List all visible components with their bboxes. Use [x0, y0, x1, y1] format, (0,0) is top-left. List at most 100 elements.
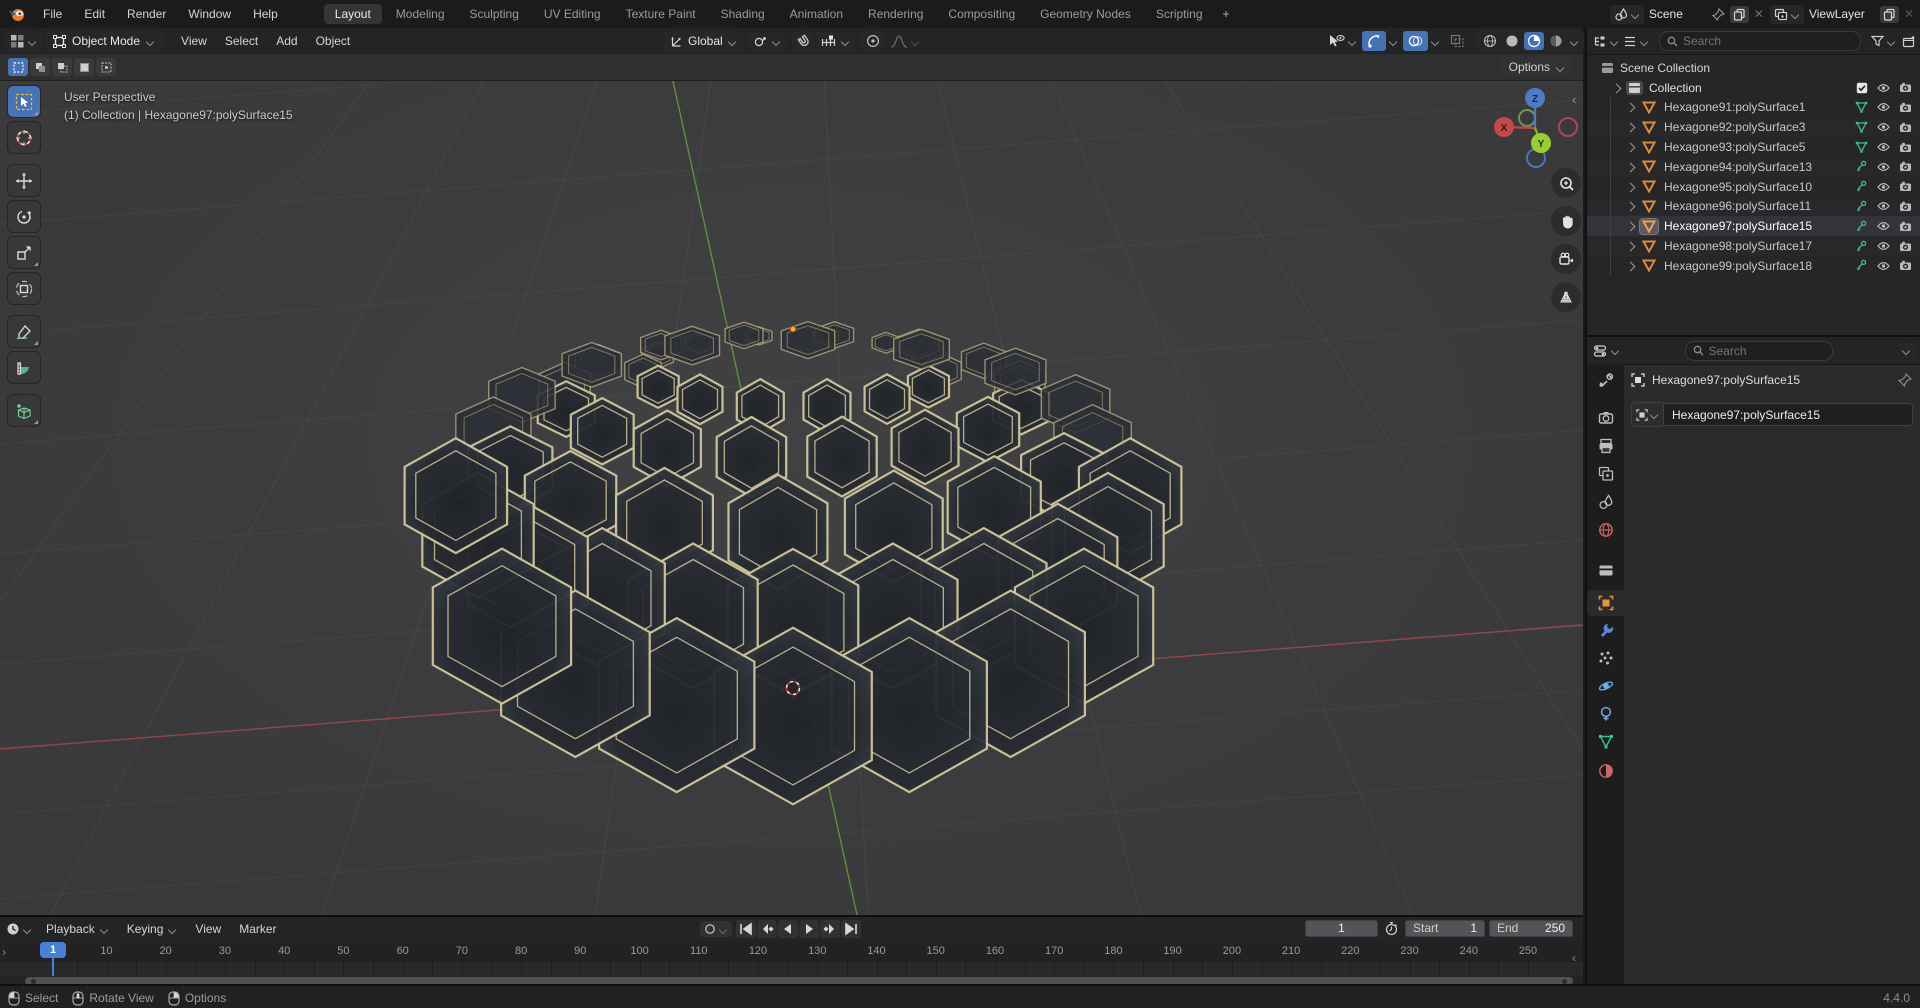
- tab-compositing[interactable]: Compositing: [937, 4, 1026, 24]
- outliner-filter-dropdown[interactable]: [1871, 35, 1896, 47]
- overlays-settings-dropdown[interactable]: [1429, 34, 1442, 49]
- scene-selector[interactable]: Scene ✕: [1610, 5, 1764, 24]
- timeline-menu-marker[interactable]: Marker: [231, 920, 284, 938]
- tool-scale[interactable]: [8, 237, 40, 268]
- zoom-button[interactable]: [1551, 168, 1581, 198]
- select-mode-extend[interactable]: [30, 58, 50, 76]
- eye-icon[interactable]: [1877, 122, 1890, 132]
- tool-annotate[interactable]: [8, 316, 40, 347]
- expand-arrow-icon[interactable]: [1627, 239, 1634, 253]
- properties-tab-material[interactable]: [1587, 758, 1624, 784]
- outliner-editor-type-button[interactable]: [1593, 35, 1619, 48]
- viewport-menu-add[interactable]: Add: [268, 32, 305, 50]
- tab-sculpting[interactable]: Sculpting: [459, 4, 530, 24]
- viewport-menu-select[interactable]: Select: [217, 32, 266, 50]
- blender-logo[interactable]: [8, 7, 25, 22]
- menu-render[interactable]: Render: [119, 5, 174, 23]
- menu-edit[interactable]: Edit: [76, 5, 113, 23]
- properties-search-box[interactable]: Search: [1685, 341, 1833, 361]
- timeline-menu-view[interactable]: View: [187, 920, 229, 938]
- prev-keyframe-button[interactable]: [757, 920, 777, 938]
- camera-icon[interactable]: [1899, 181, 1912, 192]
- show-overlays-toggle[interactable]: [1403, 31, 1428, 51]
- outliner-item-label[interactable]: Hexagone99:polySurface18: [1664, 259, 1812, 273]
- editor-type-button[interactable]: [6, 31, 41, 51]
- properties-tab-world[interactable]: [1587, 517, 1624, 543]
- outliner-search-box[interactable]: Search: [1659, 31, 1861, 51]
- tab-geometry-nodes[interactable]: Geometry Nodes: [1029, 4, 1142, 24]
- outliner-item-label[interactable]: Hexagone98:polySurface17: [1664, 239, 1812, 253]
- menu-window[interactable]: Window: [180, 5, 239, 23]
- outliner-item[interactable]: Hexagone95:polySurface10: [1587, 177, 1920, 197]
- expand-arrow-icon[interactable]: [1627, 259, 1634, 273]
- new-collection-button[interactable]: [1902, 35, 1916, 48]
- outliner-item-label[interactable]: Hexagone97:polySurface15: [1664, 219, 1812, 233]
- xray-toggle[interactable]: [1445, 31, 1470, 51]
- scene-icon[interactable]: [1610, 5, 1644, 24]
- expand-arrow-icon[interactable]: [1627, 100, 1634, 114]
- perspective-toggle-button[interactable]: [1551, 282, 1581, 312]
- scene-collection-label[interactable]: Scene Collection: [1620, 61, 1710, 75]
- properties-tab-object[interactable]: [1587, 590, 1624, 616]
- viewport-menu-view[interactable]: View: [173, 32, 215, 50]
- outliner-collection[interactable]: Collection: [1587, 78, 1920, 98]
- timeline-expand-arrow[interactable]: ›: [2, 945, 6, 959]
- menu-file[interactable]: File: [35, 5, 70, 23]
- jump-to-end-button[interactable]: [841, 920, 861, 938]
- timeline-track[interactable]: [0, 962, 1583, 975]
- preview-range-toggle[interactable]: [1384, 921, 1399, 936]
- outliner-item-label[interactable]: Hexagone91:polySurface1: [1664, 100, 1805, 114]
- hexagon-dome[interactable]: [405, 322, 1182, 805]
- expand-arrow-icon[interactable]: [1627, 199, 1634, 213]
- outliner-item[interactable]: Hexagone91:polySurface1: [1587, 98, 1920, 118]
- tool-measure[interactable]: [8, 352, 40, 383]
- select-mode-subtract[interactable]: [52, 58, 72, 76]
- scene-canvas[interactable]: [0, 54, 1583, 915]
- properties-tab-scene[interactable]: [1587, 489, 1624, 515]
- shading-wireframe-button[interactable]: [1480, 32, 1500, 50]
- outliner-item[interactable]: Hexagone92:polySurface3: [1587, 117, 1920, 137]
- outliner-item[interactable]: Hexagone93:polySurface5: [1587, 137, 1920, 157]
- camera-icon[interactable]: [1899, 260, 1912, 271]
- current-frame-field[interactable]: 1: [1305, 920, 1378, 937]
- camera-icon[interactable]: [1899, 102, 1912, 113]
- outliner-item[interactable]: Hexagone98:polySurface17: [1587, 236, 1920, 256]
- camera-icon[interactable]: [1899, 201, 1912, 212]
- timeline-collapse-arrow[interactable]: ‹: [1572, 951, 1576, 965]
- end-frame-field[interactable]: End 250: [1489, 920, 1573, 937]
- tool-rotate[interactable]: [8, 201, 40, 232]
- object-name-input[interactable]: [1663, 403, 1913, 426]
- collection-expand-icon[interactable]: [1613, 81, 1620, 95]
- mode-selector[interactable]: Object Mode: [45, 31, 163, 51]
- properties-tab-render[interactable]: [1587, 405, 1624, 431]
- start-frame-field[interactable]: Start 1: [1405, 920, 1485, 937]
- pivot-point-dropdown[interactable]: [749, 32, 786, 51]
- tab-rendering[interactable]: Rendering: [857, 4, 934, 24]
- pin-icon[interactable]: [1712, 8, 1725, 21]
- options-dropdown[interactable]: Options: [1501, 57, 1573, 77]
- select-mode-intersect[interactable]: [96, 58, 116, 76]
- eye-icon[interactable]: [1877, 102, 1890, 112]
- tab-shading[interactable]: Shading: [710, 4, 776, 24]
- outliner-item-label[interactable]: Hexagone95:polySurface10: [1664, 180, 1812, 194]
- tool-select-box[interactable]: [8, 86, 40, 117]
- remove-viewlayer-icon[interactable]: ✕: [1904, 7, 1914, 21]
- timeline-menu-playback[interactable]: Playback: [38, 920, 117, 938]
- outliner-item-label[interactable]: Hexagone93:polySurface5: [1664, 140, 1805, 154]
- properties-tab-object-data[interactable]: [1587, 729, 1624, 755]
- collection-label[interactable]: Collection: [1649, 81, 1702, 95]
- expand-arrow-icon[interactable]: [1627, 180, 1634, 194]
- tool-add-cube[interactable]: [8, 395, 40, 426]
- camera-icon[interactable]: [1899, 82, 1912, 93]
- eye-icon[interactable]: [1877, 142, 1890, 152]
- tab-animation[interactable]: Animation: [779, 4, 854, 24]
- outliner-scene-collection[interactable]: Scene Collection: [1587, 58, 1920, 78]
- expand-arrow-icon[interactable]: [1627, 140, 1634, 154]
- svg-text:Z[interactable]: Z: [1532, 94, 1538, 105]
- shading-dropdown[interactable]: [1568, 37, 1581, 46]
- eye-icon[interactable]: [1877, 221, 1890, 231]
- eye-icon[interactable]: [1877, 182, 1890, 192]
- outliner-item-label[interactable]: Hexagone96:polySurface11: [1664, 199, 1811, 213]
- new-scene-button[interactable]: [1730, 6, 1749, 23]
- properties-tab-modifiers[interactable]: [1587, 617, 1624, 643]
